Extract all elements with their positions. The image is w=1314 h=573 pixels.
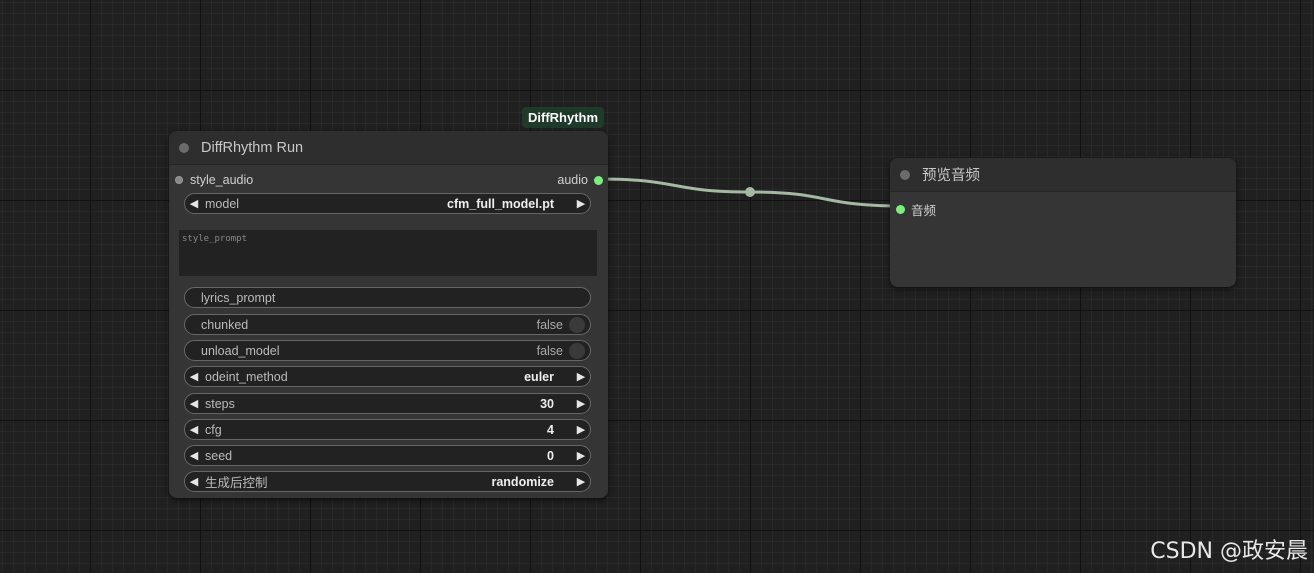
widget-label: seed: [205, 448, 233, 463]
input-slot-dot-icon[interactable]: [896, 205, 905, 214]
widget-value: false: [536, 343, 563, 358]
output-slot-dot-icon[interactable]: [594, 175, 603, 185]
node-title: DiffRhythm Run: [201, 139, 304, 156]
model-combo[interactable]: ◀ model cfm_full_model.pt ▶: [184, 193, 591, 214]
triangle-right-icon[interactable]: ▶: [572, 423, 590, 436]
widget-label: model: [205, 196, 240, 211]
widget-label: lyrics_prompt: [201, 290, 276, 305]
unload-model-toggle[interactable]: unload_model false: [184, 340, 591, 361]
toggle-knob-icon[interactable]: [569, 316, 585, 333]
widget-value: 30: [540, 396, 554, 411]
collapse-dot-icon[interactable]: [179, 142, 189, 153]
node-header[interactable]: DiffRhythm Run: [169, 131, 608, 165]
watermark: CSDN @政安晨: [1150, 539, 1308, 564]
triangle-left-icon[interactable]: ◀: [185, 449, 203, 462]
preview-audio-node[interactable]: 预览音频 音频: [890, 158, 1236, 287]
widget-label: chunked: [201, 317, 249, 332]
output-slot-audio[interactable]: audio: [557, 173, 603, 187]
seed-number[interactable]: ◀ seed 0 ▶: [184, 445, 591, 466]
diffrhythm-run-node[interactable]: DiffRhythm Run style_audio audio ◀ model…: [169, 131, 608, 498]
widget-label: odeint_method: [205, 369, 288, 384]
triangle-left-icon[interactable]: ◀: [185, 197, 203, 210]
cfg-number[interactable]: ◀ cfg 4 ▶: [184, 419, 591, 440]
widget-value: false: [536, 317, 563, 332]
triangle-right-icon[interactable]: ▶: [572, 197, 590, 210]
input-slot-label: style_audio: [190, 173, 254, 187]
node-header[interactable]: 预览音频: [890, 158, 1236, 192]
odeint-method-combo[interactable]: ◀ odeint_method euler ▶: [184, 366, 591, 387]
toggle-knob-icon[interactable]: [569, 342, 585, 359]
triangle-right-icon[interactable]: ▶: [572, 449, 590, 462]
triangle-right-icon[interactable]: ▶: [572, 397, 590, 410]
collapse-dot-icon[interactable]: [900, 169, 910, 180]
input-slot-dot-icon[interactable]: [175, 176, 183, 184]
control-after-generate-combo[interactable]: ◀ 生成后控制 randomize ▶: [184, 471, 591, 492]
input-slot-label: 音频: [911, 204, 937, 218]
widget-value: euler: [524, 369, 554, 384]
input-slot-audio[interactable]: 音频: [896, 200, 936, 219]
widget-value: cfm_full_model.pt: [447, 196, 554, 211]
input-slot-style-audio[interactable]: style_audio: [175, 173, 253, 187]
widget-label: 生成后控制: [205, 476, 268, 490]
triangle-right-icon[interactable]: ▶: [572, 370, 590, 383]
node-title: 预览音频: [922, 168, 980, 184]
output-slot-label: audio: [557, 173, 588, 187]
triangle-left-icon[interactable]: ◀: [185, 423, 203, 436]
triangle-left-icon[interactable]: ◀: [185, 370, 203, 383]
widget-label: steps: [205, 396, 235, 411]
chunked-toggle[interactable]: chunked false: [184, 314, 591, 335]
triangle-left-icon[interactable]: ◀: [185, 397, 203, 410]
widget-value: randomize: [491, 474, 554, 489]
widget-label: cfg: [205, 422, 222, 437]
widget-label: unload_model: [201, 343, 280, 358]
style-prompt-textarea[interactable]: style_prompt: [179, 230, 597, 276]
group-title-badge[interactable]: DiffRhythm: [522, 107, 605, 128]
steps-number[interactable]: ◀ steps 30 ▶: [184, 393, 591, 414]
widget-value: 0: [547, 448, 554, 463]
widget-value: 4: [547, 422, 554, 437]
triangle-right-icon[interactable]: ▶: [572, 475, 590, 488]
triangle-left-icon[interactable]: ◀: [185, 475, 203, 488]
link-midpoint-handle[interactable]: [745, 187, 755, 197]
lyrics-prompt-field[interactable]: lyrics_prompt: [184, 287, 591, 308]
